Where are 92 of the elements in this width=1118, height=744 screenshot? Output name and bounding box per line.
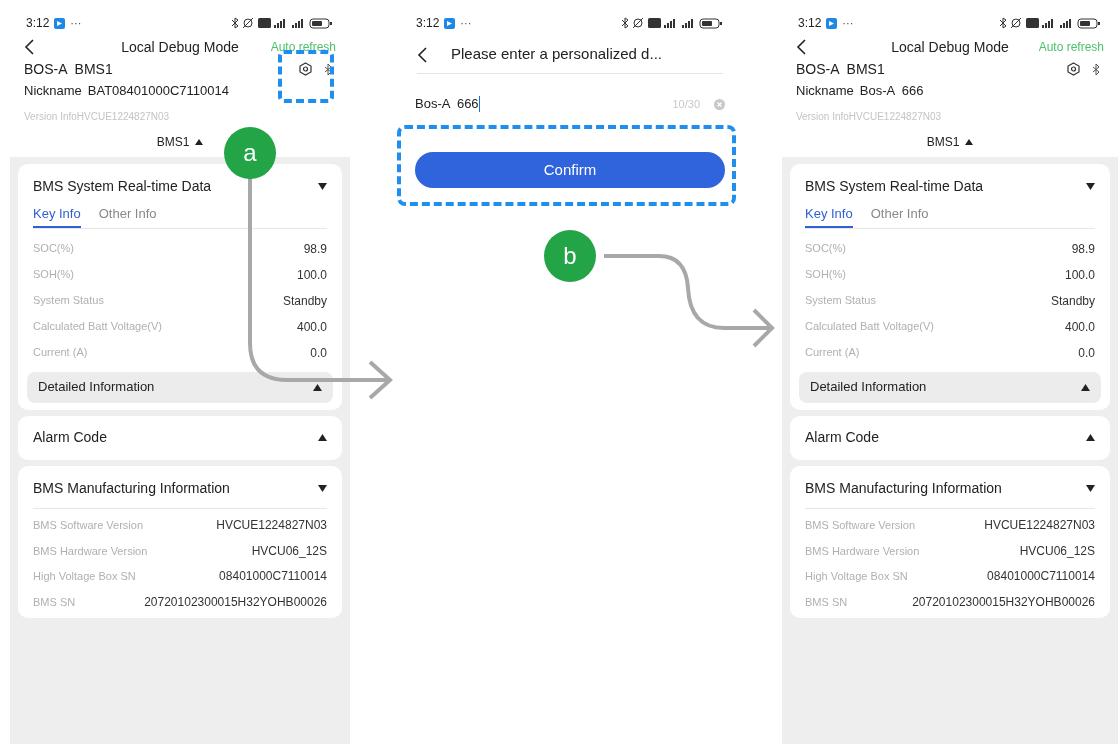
row-label: BMS Software Version — [33, 518, 144, 533]
section-title: BMS System Real-time Data — [33, 177, 212, 196]
caret-down-icon[interactable] — [1086, 484, 1095, 492]
app-notification-icon — [444, 17, 456, 29]
row-label: SOH(%) — [33, 267, 74, 283]
version-info: Version InfoHVCUE1224827N03 — [796, 111, 942, 122]
row-value: HVCU06_12S — [251, 542, 327, 560]
app-notification-icon — [54, 17, 66, 29]
bluetooth-icon[interactable] — [324, 62, 332, 76]
row-label: Current (A) — [33, 345, 88, 361]
subsection-title: Detailed Information — [38, 378, 155, 397]
status-more: ··· — [70, 15, 82, 31]
back-icon[interactable] — [417, 46, 427, 63]
version-info: Version InfoHVCUE1224827N03 — [24, 111, 170, 122]
app-notification-icon — [826, 17, 838, 29]
section-title: Alarm Code — [805, 428, 879, 447]
row-value: 0.0 — [1078, 344, 1095, 362]
module-selector[interactable]: BMS1 — [926, 133, 974, 151]
section-title: BMS Manufacturing Information — [33, 478, 230, 498]
row-label: SOC(%) — [33, 241, 74, 257]
confirm-button[interactable]: Confirm — [415, 152, 725, 188]
device-name: BOS-A BMS1 — [796, 59, 885, 79]
row-value: 08401000C7110014 — [219, 568, 327, 586]
row-label: Calculated Batt Voltage(V) — [805, 319, 935, 335]
nickname-value: BAT08401000C7110014 — [87, 82, 229, 101]
row-value: 98.9 — [1071, 240, 1095, 258]
nickname-label: Nickname — [24, 82, 82, 101]
device-name: BOS-A BMS1 — [24, 59, 113, 79]
tab[interactable]: Key Info — [805, 204, 853, 228]
status-more: ··· — [842, 15, 854, 31]
row-value: 100.0 — [1064, 266, 1095, 284]
row-value: HVCUE1224827N03 — [984, 517, 1095, 535]
caret-up-icon — [195, 139, 204, 145]
nickname-value: Bos-A 666 — [859, 82, 924, 101]
subsection-header[interactable]: Detailed Information — [799, 371, 1101, 403]
caret-up-icon[interactable] — [1081, 383, 1090, 391]
row-label: SOH(%) — [805, 267, 846, 283]
row-value: 98.9 — [303, 240, 327, 258]
row-label: BMS SN — [805, 594, 848, 610]
row-label: Current (A) — [805, 345, 860, 361]
row-label: BMS Hardware Version — [33, 543, 148, 559]
status-more: ··· — [460, 15, 472, 31]
subsection-title: Detailed Information — [810, 378, 927, 397]
row-label: Calculated Batt Voltage(V) — [33, 319, 163, 335]
caret-up-icon — [965, 139, 974, 145]
subsection-header[interactable]: Detailed Information — [27, 371, 333, 403]
caret-up-icon[interactable] — [313, 383, 322, 391]
settings-icon[interactable] — [299, 62, 312, 76]
screen-title: Please enter a personalized d... — [451, 44, 662, 65]
back-icon[interactable] — [796, 39, 806, 55]
status-time: 3:12 — [798, 15, 822, 32]
row-value: HVCU06_12S — [1019, 542, 1095, 560]
bluetooth-icon[interactable] — [1092, 62, 1100, 76]
screen-title: Local Debug Mode — [891, 37, 1009, 57]
row-value: 0.0 — [310, 344, 327, 362]
row-value: 20720102300015H32YOHB00026 — [144, 593, 327, 611]
screen-title: Local Debug Mode — [121, 37, 239, 57]
row-value: 400.0 — [1064, 318, 1095, 336]
tab[interactable]: Key Info — [33, 204, 81, 228]
module-selector[interactable]: BMS1 — [156, 133, 204, 151]
row-label: SOC(%) — [805, 241, 846, 257]
caret-down-icon[interactable] — [318, 484, 327, 492]
caret-up-icon[interactable] — [1086, 434, 1095, 441]
row-value: 100.0 — [296, 266, 327, 284]
row-value: 08401000C7110014 — [987, 568, 1095, 586]
row-value: Standby — [282, 292, 327, 310]
tab[interactable]: Other Info — [98, 204, 157, 228]
text-cursor — [478, 96, 480, 112]
row-label: High Voltage Box SN — [33, 569, 136, 584]
tab[interactable]: Other Info — [870, 204, 929, 228]
row-label: High Voltage Box SN — [805, 569, 908, 584]
row-label: BMS SN — [33, 594, 76, 610]
caret-down-icon[interactable] — [318, 183, 327, 190]
section-title: BMS Manufacturing Information — [805, 478, 1002, 498]
section-title: BMS System Real-time Data — [805, 177, 984, 196]
back-icon[interactable] — [24, 39, 34, 55]
row-label: BMS Software Version — [805, 518, 916, 533]
row-value: 400.0 — [296, 318, 327, 336]
row-label: System Status — [805, 293, 876, 309]
caret-up-icon[interactable] — [318, 434, 327, 441]
row-label: System Status — [33, 293, 104, 309]
status-time: 3:12 — [416, 15, 440, 32]
row-value: 20720102300015H32YOHB00026 — [912, 593, 1095, 611]
row-value: Standby — [1050, 292, 1095, 310]
row-label: BMS Hardware Version — [805, 543, 920, 559]
highlight-frame — [278, 50, 334, 103]
section-title: Alarm Code — [33, 428, 107, 447]
nickname-label: Nickname — [796, 82, 854, 101]
status-time: 3:12 — [26, 15, 50, 32]
settings-icon[interactable] — [1067, 62, 1080, 76]
row-value: HVCUE1224827N03 — [216, 517, 327, 535]
caret-down-icon[interactable] — [1086, 183, 1095, 190]
